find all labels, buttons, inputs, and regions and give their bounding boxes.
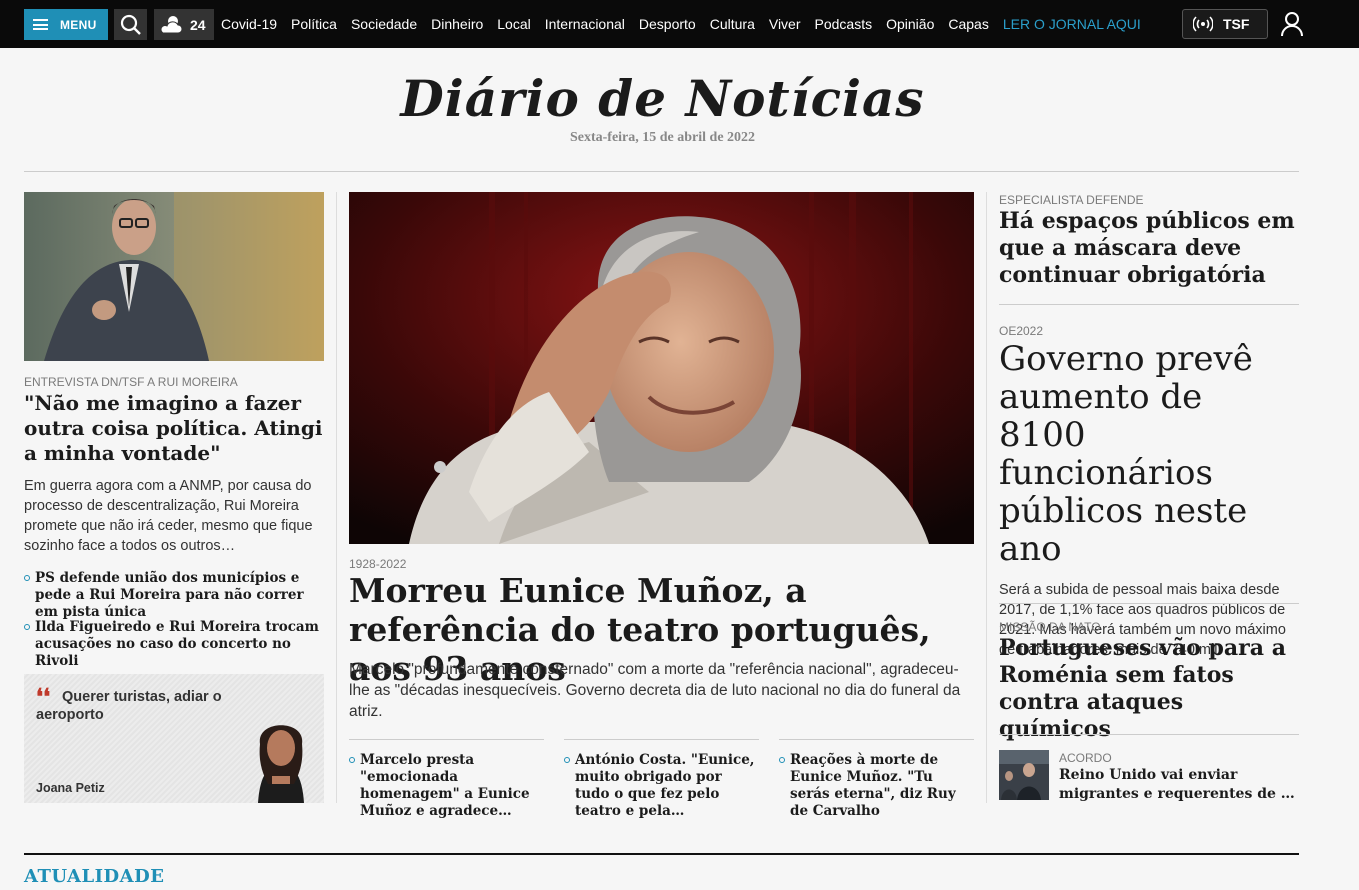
story-headline[interactable]: Governo prevê aumento de 8100 funcionári… [999,340,1299,568]
bullet-icon [779,757,785,763]
menu-button[interactable]: MENU [24,9,108,40]
search-icon [120,14,141,35]
hamburger-icon [33,19,48,30]
nav-item-viver[interactable]: Viver [769,16,801,32]
nav-item-dinheiro[interactable]: Dinheiro [431,16,483,32]
story-kicker: OE2022 [999,324,1044,338]
related-story[interactable]: Reações à morte de Eunice Muñoz. "Tu ser… [779,739,974,820]
top-navigation-bar: MENU 24 Covid-19 Política Sociedade Dinh… [0,0,1359,48]
nav-item-politica[interactable]: Política [291,16,337,32]
opinion-card[interactable]: ❛❛ Querer turistas, adiar o aeroporto Jo… [24,674,324,803]
tsf-label: TSF [1223,16,1250,32]
right-story[interactable]: OE2022 Governo prevê aumento de 8100 fun… [999,324,1299,660]
weather-temperature: 24 [190,16,206,33]
right-story[interactable]: ESPECIALISTA DEFENDE Há espaços públicos… [999,193,1299,289]
story-kicker: MISSÃO DA NATO [999,620,1101,634]
masthead: Diário de Notícias Sexta-feira, 15 de ab… [0,70,1325,146]
related-link[interactable]: Marcelo presta "emocionada homenagem" a … [349,752,544,820]
nav-item-covid[interactable]: Covid-19 [221,16,277,32]
bullet-icon [24,575,30,581]
main-story-kicker: 1928-2022 [349,557,407,571]
radio-waves-icon [1193,16,1213,32]
story-divider [999,734,1299,735]
right-story[interactable]: MISSÃO DA NATO Portugueses vão para a Ro… [999,620,1299,743]
related-link[interactable]: Ilda Figueiredo e Rui Moreira trocam acu… [24,619,324,670]
main-story-lead: Marcelo "profundamente consternado" com … [349,661,961,720]
site-logo[interactable]: Diário de Notícias [0,70,1325,128]
story-divider [999,603,1299,604]
nav-item-cultura[interactable]: Cultura [710,16,755,32]
left-story-lead: Em guerra agora com a ANMP, por causa do… [24,478,313,554]
story-thumbnail[interactable] [999,750,1049,800]
nav-item-sociedade[interactable]: Sociedade [351,16,417,32]
weather-widget[interactable]: 24 [154,9,214,40]
opinion-author: Joana Petiz [36,781,105,795]
related-link-text: PS defende união dos municípios e pede a… [35,570,304,620]
nav-item-opiniao[interactable]: Opinião [886,16,934,32]
nav-item-podcasts[interactable]: Podcasts [815,16,873,32]
related-link[interactable]: PS defende união dos municípios e pede a… [24,570,324,621]
story-divider [999,304,1299,305]
story-headline[interactable]: Reino Unido vai enviar [1059,766,1299,785]
related-story[interactable]: Marcelo presta "emocionada homenagem" a … [349,739,544,820]
user-account-icon[interactable] [1280,11,1304,37]
story-headline[interactable]: Portugueses vão para a Roménia sem fatos… [999,635,1299,743]
story-kicker: ACORDO [1059,751,1112,765]
bullet-icon [24,624,30,630]
cloud-sun-icon [160,15,183,33]
bullet-icon [349,757,355,763]
related-link-text: Marcelo presta "emocionada homenagem" a … [360,752,530,819]
left-story-kicker: ENTREVISTA DN/TSF A RUI MOREIRA [24,375,238,389]
story-headline-continued[interactable]: migrantes e requerentes de asi… [1059,785,1299,804]
story-kicker: ESPECIALISTA DEFENDE [999,193,1144,207]
masthead-divider [24,171,1299,172]
column-divider [336,192,337,803]
eunice-munoz-photo[interactable] [349,192,974,544]
story-headline[interactable]: Há espaços públicos em que a máscara dev… [999,208,1299,289]
tsf-radio-button[interactable]: TSF [1182,9,1268,39]
edition-date: Sexta-feira, 15 de abril de 2022 [569,130,756,145]
related-story[interactable]: António Costa. "Eunice, muito obrigado p… [564,739,759,820]
related-link[interactable]: António Costa. "Eunice, muito obrigado p… [564,752,759,820]
nav-item-internacional[interactable]: Internacional [545,16,625,32]
related-link-text: António Costa. "Eunice, muito obrigado p… [575,752,755,819]
related-link[interactable]: Reações à morte de Eunice Muñoz. "Tu ser… [779,752,974,820]
nav-item-desporto[interactable]: Desporto [639,16,696,32]
rui-moreira-photo[interactable] [24,192,324,361]
search-button[interactable] [114,9,147,40]
right-small-story[interactable]: ACORDO Reino Unido vai enviar migrantes … [999,750,1299,802]
related-link-text: Ilda Figueiredo e Rui Moreira trocam acu… [35,619,319,669]
section-title[interactable]: ATUALIDADE [24,866,164,887]
author-portrait [258,725,304,803]
opinion-title: Querer turistas, adiar o aeroporto [36,689,222,723]
related-link-text: Reações à morte de Eunice Muñoz. "Tu ser… [790,752,956,819]
column-divider [986,192,987,803]
nav-item-capas[interactable]: Capas [948,16,988,32]
menu-label: MENU [60,17,97,32]
section-divider [24,853,1299,855]
left-story-headline[interactable]: "Não me imagino a fazer outra coisa polí… [24,391,324,466]
nav-item-local[interactable]: Local [497,16,530,32]
bullet-icon [564,757,570,763]
read-paper-link[interactable]: LER O JORNAL AQUI [1003,16,1141,32]
section-nav: Covid-19 Política Sociedade Dinheiro Loc… [221,0,1155,48]
